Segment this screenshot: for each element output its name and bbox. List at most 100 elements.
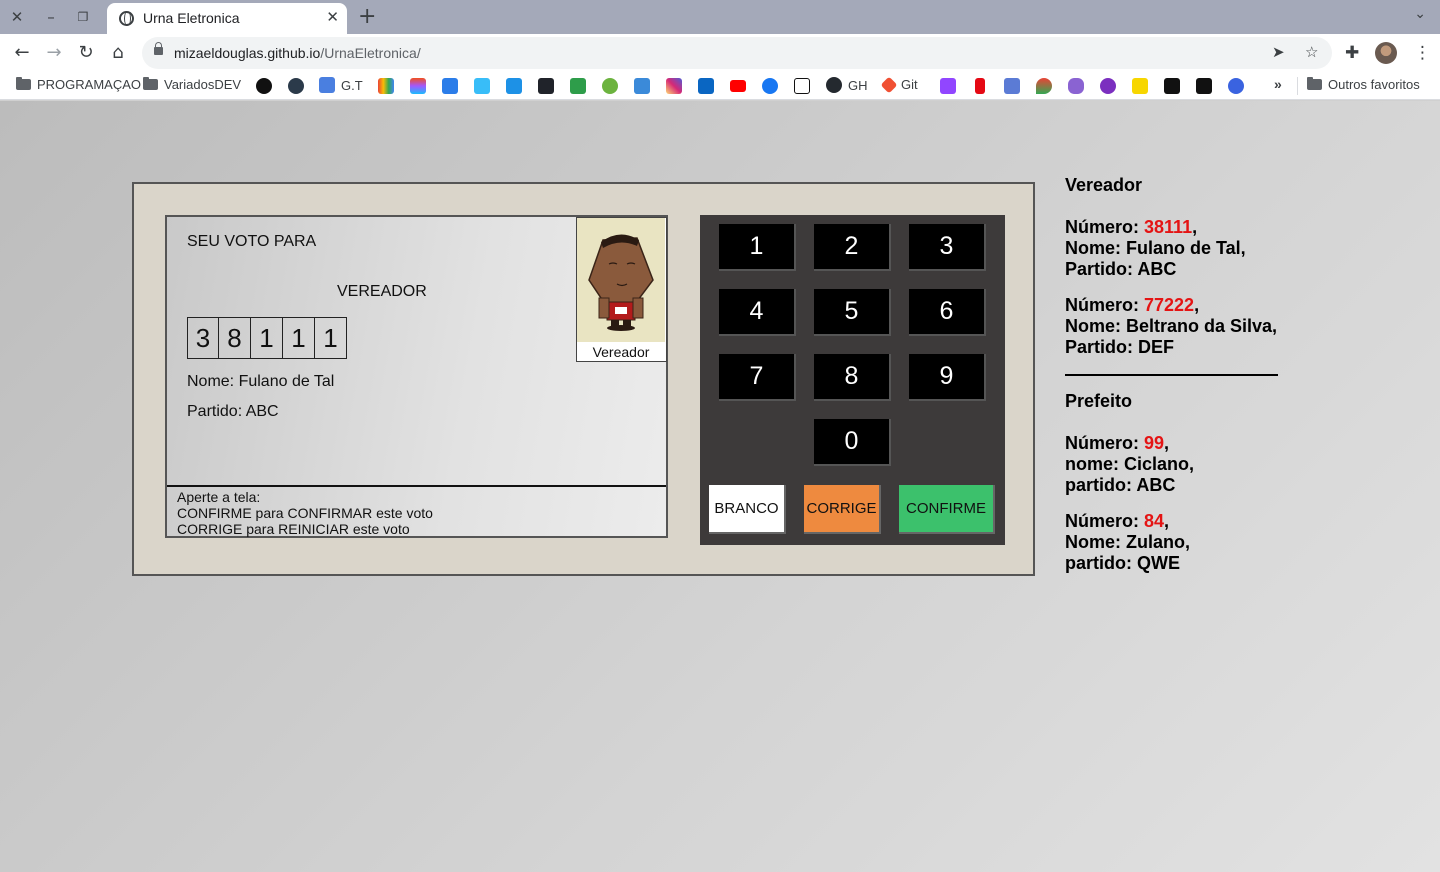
key-6[interactable]: 6 <box>909 289 986 336</box>
key-3[interactable]: 3 <box>909 224 986 271</box>
bookmark-icon[interactable] <box>634 78 650 94</box>
linkedin-icon[interactable] <box>698 78 714 94</box>
send-icon[interactable]: ➤ <box>1272 43 1285 61</box>
vote-digit: 1 <box>251 317 283 359</box>
candidate-party: partido: ABC <box>1065 475 1176 495</box>
bookmark-separator <box>1297 77 1298 95</box>
cargo-label: VEREADOR <box>337 283 427 300</box>
vote-digit: 1 <box>315 317 347 359</box>
instructions-footer: Aperte a tela: CONFIRME para CONFIRMAR e… <box>167 485 666 537</box>
bookmark-icon[interactable] <box>442 78 458 94</box>
candidate-name: Nome: Beltrano da Silva, <box>1065 316 1278 336</box>
keypad: 1 2 3 4 5 6 7 8 9 0 BRANCO CORRIGE CONFI… <box>700 215 1005 545</box>
netflix-icon[interactable] <box>975 78 985 94</box>
candidate-photo <box>577 218 665 342</box>
browser-tabstrip: ✕ – ❐ Urna Eletronica ✕ + ⌄ <box>0 0 1440 34</box>
bookmark-folder-outros[interactable]: Outros favoritos <box>1307 77 1420 92</box>
candidate-party: partido: QWE <box>1065 553 1180 573</box>
home-icon[interactable]: ⌂ <box>106 41 130 65</box>
corrige-button[interactable]: CORRIGE <box>804 485 881 534</box>
instruction-line: CORRIGE para REINICIAR este voto <box>177 521 410 537</box>
bookmark-icon[interactable] <box>1132 78 1148 94</box>
youtube-icon[interactable] <box>730 80 746 92</box>
urna-screen: SEU VOTO PARA VEREADOR 3 8 1 1 1 Nome: F… <box>165 215 668 538</box>
docker-icon[interactable] <box>506 78 522 94</box>
candidate-number: 38111 <box>1144 217 1193 237</box>
photo-caption: Vereador <box>592 344 650 360</box>
react-icon[interactable] <box>538 78 554 94</box>
tab-close-icon[interactable]: ✕ <box>326 8 339 26</box>
notion-icon[interactable] <box>794 78 810 94</box>
key-4[interactable]: 4 <box>719 289 796 336</box>
candidate-number: 77222 <box>1144 295 1195 315</box>
star-icon[interactable]: ☆ <box>1305 43 1318 61</box>
bookmark-icon[interactable] <box>1068 78 1084 94</box>
url-text[interactable]: mizaeldouglas.github.io/UrnaEletronica/ <box>174 45 421 61</box>
facebook-icon[interactable] <box>762 78 778 94</box>
key-8[interactable]: 8 <box>814 354 891 401</box>
key-1[interactable]: 1 <box>719 224 796 271</box>
github-icon <box>826 77 842 93</box>
confirme-button[interactable]: CONFIRME <box>899 485 995 534</box>
forward-icon[interactable]: → <box>42 41 66 65</box>
globe-icon <box>119 11 134 26</box>
bookmark-gh[interactable]: GH <box>826 77 868 93</box>
bookmark-icon[interactable] <box>256 78 272 94</box>
bookmark-gt[interactable]: G.T <box>319 77 363 93</box>
figma-icon[interactable] <box>410 78 426 94</box>
extensions-icon[interactable]: ✚ <box>1345 43 1359 63</box>
bookmark-icon[interactable] <box>1164 78 1180 94</box>
numero-label: Número: <box>1065 295 1145 315</box>
close-window-icon[interactable]: ✕ <box>6 6 28 28</box>
instagram-icon[interactable] <box>666 78 682 94</box>
candidate-number: 84 <box>1144 511 1165 531</box>
key-9[interactable]: 9 <box>909 354 986 401</box>
back-icon[interactable]: ← <box>10 41 34 65</box>
tab-search-chevron-icon[interactable]: ⌄ <box>1414 6 1426 22</box>
bookmark-icon[interactable] <box>570 78 586 94</box>
address-bar[interactable]: mizaeldouglas.github.io/UrnaEletronica/ … <box>142 37 1332 69</box>
menu-dots-icon[interactable]: ⋮ <box>1414 43 1431 63</box>
maps-icon[interactable] <box>1036 78 1052 94</box>
browser-tab[interactable]: Urna Eletronica ✕ <box>107 3 347 34</box>
more-bookmarks-chevron-icon[interactable]: » <box>1274 76 1282 92</box>
new-tab-icon[interactable]: + <box>358 4 376 29</box>
reload-icon[interactable]: ↻ <box>74 41 98 65</box>
branco-button[interactable]: BRANCO <box>709 485 786 534</box>
bookmark-icon[interactable] <box>1100 78 1116 94</box>
candidate-entry: Número: 77222, Nome: Beltrano da Silva, … <box>1065 295 1305 358</box>
gmail-icon[interactable] <box>378 78 394 94</box>
page-body: SEU VOTO PARA VEREADOR 3 8 1 1 1 Nome: F… <box>0 101 1440 872</box>
restore-icon[interactable]: ❐ <box>72 6 94 28</box>
avatar[interactable] <box>1375 42 1397 64</box>
minimize-icon[interactable]: – <box>40 6 62 28</box>
bookmark-icon[interactable] <box>1004 78 1020 94</box>
vote-digits: 3 8 1 1 1 <box>187 317 347 359</box>
bookmark-git[interactable]: Git <box>880 76 918 93</box>
google-translate-icon <box>319 77 335 93</box>
instruction-line: Aperte a tela: <box>177 489 261 505</box>
tailwind-icon[interactable] <box>474 78 490 94</box>
key-7[interactable]: 7 <box>719 354 796 401</box>
key-5[interactable]: 5 <box>814 289 891 336</box>
bookmark-icon[interactable] <box>1228 78 1244 94</box>
folder-icon <box>1307 77 1322 90</box>
candidates-sidebar: Vereador Número: 38111, Nome: Fulano de … <box>1065 175 1305 574</box>
candidate-photo-frame: Vereador <box>576 217 667 362</box>
key-0[interactable]: 0 <box>814 419 891 466</box>
numero-label: Número: <box>1065 217 1145 237</box>
folder-icon <box>143 77 158 90</box>
candidate-party: Partido: DEF <box>1065 337 1175 357</box>
numero-label: Número: <box>1065 433 1145 453</box>
key-2[interactable]: 2 <box>814 224 891 271</box>
twitch-icon[interactable] <box>940 78 956 94</box>
browser-toolbar: ← → ↻ ⌂ mizaeldouglas.github.io/UrnaElet… <box>0 34 1440 71</box>
react-icon[interactable] <box>288 78 304 94</box>
bookmark-folder-programacao[interactable]: PROGRAMAÇAO <box>16 77 141 92</box>
bookmark-icon[interactable] <box>602 78 618 94</box>
bookmark-folder-variadosdev[interactable]: VariadosDEV <box>143 77 241 92</box>
bookmark-icon[interactable] <box>1196 78 1212 94</box>
candidate-party: Partido: ABC <box>187 403 279 420</box>
vote-digit: 1 <box>283 317 315 359</box>
candidate-entry: Número: 38111, Nome: Fulano de Tal, Part… <box>1065 217 1305 280</box>
